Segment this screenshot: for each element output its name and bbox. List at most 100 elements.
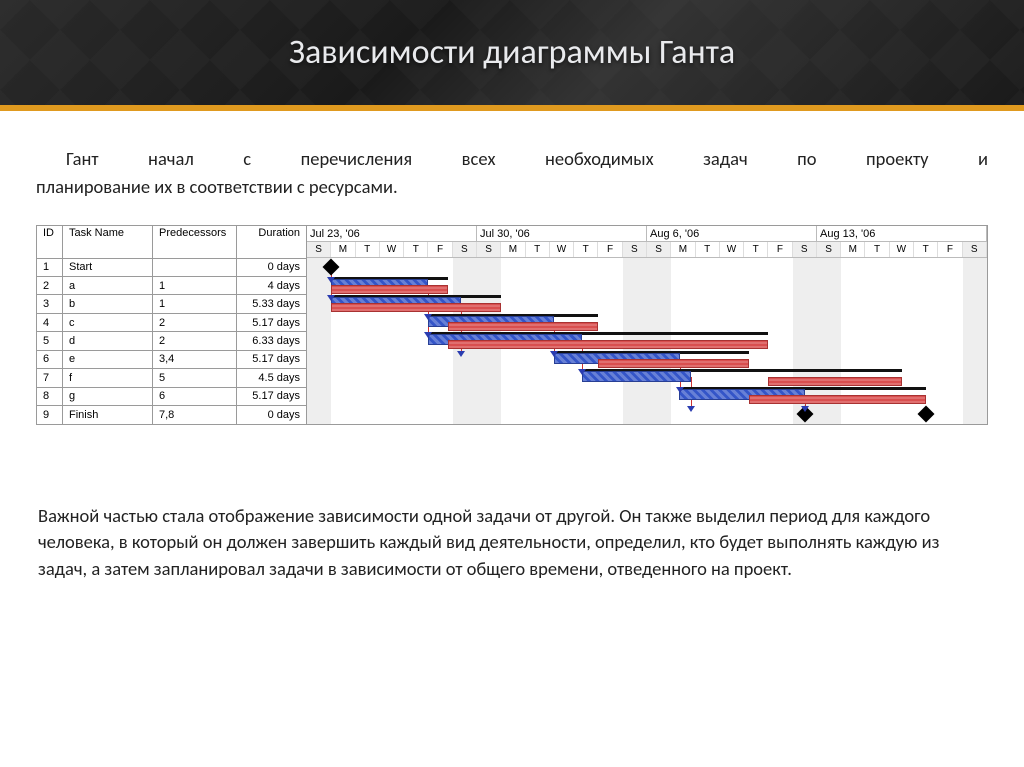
cell-name: b <box>63 295 153 313</box>
arrow-down-icon <box>578 369 586 375</box>
cell-pred: 1 <box>153 276 237 294</box>
baseline-bar <box>331 303 501 312</box>
cell-id: 7 <box>37 369 63 387</box>
slide-title: Зависимости диаграммы Ганта <box>289 32 735 73</box>
day-label: F <box>768 242 792 257</box>
baseline-bar <box>749 395 926 404</box>
col-name: Task Name <box>63 225 153 258</box>
baseline-bar <box>448 322 599 331</box>
cell-dur: 4.5 days <box>237 369 307 387</box>
day-label: T <box>744 242 768 257</box>
weeks-row: Jul 23, '06Jul 30, '06Aug 6, '06Aug 13, … <box>307 226 987 242</box>
baseline-bar <box>598 359 749 368</box>
day-label: S <box>647 242 671 257</box>
cell-name: e <box>63 350 153 368</box>
cell-name: Finish <box>63 406 153 425</box>
day-label: W <box>720 242 744 257</box>
baseline-bar <box>331 285 448 294</box>
chart-area <box>307 258 987 424</box>
cell-dur: 0 days <box>237 258 307 276</box>
arrow-down-icon <box>327 277 335 283</box>
cell-name: a <box>63 276 153 294</box>
table-row: 4c25.17 days <box>37 313 307 331</box>
weekend-column <box>963 258 987 424</box>
cell-pred <box>153 258 237 276</box>
cell-id: 2 <box>37 276 63 294</box>
cell-name: Start <box>63 258 153 276</box>
task-table: ID Task Name Predecessors Duration 1Star… <box>36 225 307 425</box>
day-label: F <box>428 242 452 257</box>
arrow-down-icon <box>801 406 809 412</box>
arrow-down-icon <box>550 351 558 357</box>
days-row: SMTWTFSSMTWTFSSMTWTFSSMTWTFS <box>307 242 987 258</box>
week-label: Aug 6, '06 <box>647 226 817 242</box>
intro-line-1: Гант начал с перечисления всех необходим… <box>36 145 988 173</box>
table-row: 7f54.5 days <box>37 369 307 387</box>
day-label: W <box>890 242 914 257</box>
day-label: S <box>793 242 817 257</box>
slide-header: Зависимости диаграммы Ганта <box>0 0 1024 105</box>
arrow-down-icon <box>687 406 695 412</box>
cell-name: d <box>63 332 153 350</box>
day-label: T <box>526 242 550 257</box>
table-row: 9Finish7,80 days <box>37 406 307 425</box>
day-label: S <box>477 242 501 257</box>
week-label: Aug 13, '06 <box>817 226 987 242</box>
day-label: T <box>914 242 938 257</box>
milestone-icon <box>918 405 935 422</box>
cell-pred: 1 <box>153 295 237 313</box>
table-row: 6e3,45.17 days <box>37 350 307 368</box>
table-row: 8g65.17 days <box>37 387 307 405</box>
cell-dur: 5.17 days <box>237 350 307 368</box>
paragraph-2: Важной частью стала отображение зависимо… <box>36 503 988 583</box>
arrow-down-icon <box>424 314 432 320</box>
baseline-bar <box>448 340 769 349</box>
gantt-chart: ID Task Name Predecessors Duration 1Star… <box>36 225 988 425</box>
planned-bar <box>582 371 691 382</box>
day-label: M <box>501 242 525 257</box>
col-dur: Duration <box>237 225 307 258</box>
baseline-bar <box>768 377 902 386</box>
week-label: Jul 23, '06 <box>307 226 477 242</box>
cell-id: 9 <box>37 406 63 425</box>
cell-pred: 2 <box>153 332 237 350</box>
cell-dur: 5.33 days <box>237 295 307 313</box>
day-label: M <box>841 242 865 257</box>
table-row: 2a14 days <box>37 276 307 294</box>
intro-line-2: планирование их в соответствии с ресурса… <box>36 173 988 201</box>
cell-pred: 6 <box>153 387 237 405</box>
arrow-down-icon <box>457 351 465 357</box>
cell-id: 5 <box>37 332 63 350</box>
day-label: T <box>404 242 428 257</box>
day-label: T <box>356 242 380 257</box>
cell-id: 8 <box>37 387 63 405</box>
day-label: T <box>696 242 720 257</box>
cell-dur: 5.17 days <box>237 313 307 331</box>
cell-id: 1 <box>37 258 63 276</box>
cell-dur: 0 days <box>237 406 307 425</box>
col-pred: Predecessors <box>153 225 237 258</box>
cell-name: c <box>63 313 153 331</box>
cell-id: 6 <box>37 350 63 368</box>
cell-dur: 4 days <box>237 276 307 294</box>
cell-id: 3 <box>37 295 63 313</box>
col-id: ID <box>37 225 63 258</box>
day-label: S <box>817 242 841 257</box>
day-label: F <box>938 242 962 257</box>
cell-name: f <box>63 369 153 387</box>
arrow-down-icon <box>676 387 684 393</box>
arrow-down-icon <box>327 295 335 301</box>
timeline: Jul 23, '06Jul 30, '06Aug 6, '06Aug 13, … <box>307 225 988 425</box>
cell-dur: 5.17 days <box>237 387 307 405</box>
day-label: T <box>865 242 889 257</box>
cell-name: g <box>63 387 153 405</box>
table-row: 5d26.33 days <box>37 332 307 350</box>
cell-dur: 6.33 days <box>237 332 307 350</box>
table-header-row: ID Task Name Predecessors Duration <box>37 225 307 258</box>
table-row: 1Start 0 days <box>37 258 307 276</box>
day-label: S <box>623 242 647 257</box>
table-row: 3b15.33 days <box>37 295 307 313</box>
day-label: S <box>307 242 331 257</box>
cell-pred: 3,4 <box>153 350 237 368</box>
day-label: F <box>598 242 622 257</box>
